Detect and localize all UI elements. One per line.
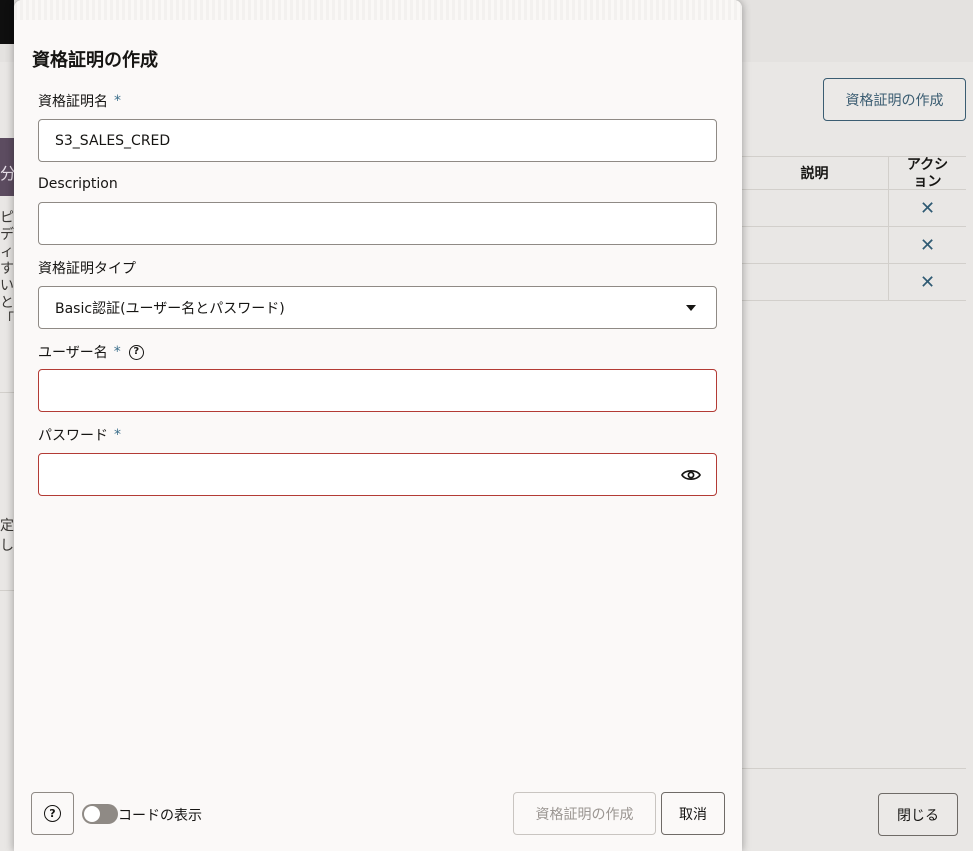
cancel-button[interactable]: 取消 xyxy=(661,792,725,835)
required-marker: * xyxy=(114,93,121,109)
username-label-text: ユーザー名 xyxy=(38,345,108,361)
delete-x-icon[interactable]: ✕ xyxy=(888,264,966,300)
dialog-top-strip xyxy=(14,0,742,20)
column-header-action-label: アクション xyxy=(906,157,949,190)
toggle-knob xyxy=(84,806,100,822)
show-code-toggle[interactable] xyxy=(82,804,118,824)
credential-name-input[interactable]: S3_SALES_CRED xyxy=(38,119,717,162)
background-divider xyxy=(0,590,14,591)
background-divider xyxy=(0,392,14,393)
table-header: 説明 アクション xyxy=(741,156,966,190)
credential-type-label: 資格証明タイプ xyxy=(38,258,136,278)
table-row: ✕ xyxy=(741,264,966,301)
caret-down-icon xyxy=(686,305,696,311)
background-create-credential-button[interactable]: 資格証明の作成 xyxy=(823,78,966,121)
background-divider xyxy=(741,768,966,769)
credential-type-selected-value: Basic認証(ユーザー名とパスワード) xyxy=(55,300,285,317)
required-marker: * xyxy=(114,427,121,443)
show-code-label: コードの表示 xyxy=(118,808,202,824)
background-close-button[interactable]: 閉じる xyxy=(878,793,958,836)
delete-x-icon[interactable]: ✕ xyxy=(888,190,966,226)
background-side-text-2: 定し xyxy=(0,518,14,554)
help-icon: ? xyxy=(44,805,61,822)
credential-type-select[interactable]: Basic認証(ユーザー名とパスワード) xyxy=(38,286,717,329)
password-label-text: パスワード xyxy=(38,428,108,444)
description-label: Description xyxy=(38,176,118,192)
password-input[interactable] xyxy=(38,453,717,496)
credential-name-label-text: 資格証明名 xyxy=(38,94,108,110)
background-credentials-table: 説明 アクション ✕ ✕ ✕ xyxy=(741,156,966,301)
credential-type-label-text: 資格証明タイプ xyxy=(38,261,136,277)
create-credential-dialog: 資格証明の作成 資格証明名 * S3_SALES_CRED Descriptio… xyxy=(14,0,742,851)
table-row: ✕ xyxy=(741,227,966,264)
username-input[interactable] xyxy=(38,369,717,412)
column-header-description[interactable]: 説明 xyxy=(741,157,888,189)
delete-x-icon[interactable]: ✕ xyxy=(888,227,966,263)
table-cell-description xyxy=(741,264,888,300)
credential-name-label: 資格証明名 * xyxy=(38,91,121,111)
description-input[interactable] xyxy=(38,202,717,245)
table-row: ✕ xyxy=(741,190,966,227)
dialog-title: 資格証明の作成 xyxy=(32,50,158,71)
required-marker: * xyxy=(113,344,121,360)
background-top-bar-dark-edge xyxy=(0,0,14,44)
background-side-text: ピディすい・と「て xyxy=(0,210,14,328)
help-button[interactable]: ? xyxy=(31,792,74,835)
table-cell-description xyxy=(741,190,888,226)
table-cell-description xyxy=(741,227,888,263)
credential-name-value: S3_SALES_CRED xyxy=(55,132,171,149)
username-label: ユーザー名 * ? xyxy=(38,342,144,362)
create-credential-button[interactable]: 資格証明の作成 xyxy=(513,792,656,835)
description-label-text: Description xyxy=(38,176,118,192)
eye-icon[interactable] xyxy=(680,465,702,485)
password-label: パスワード * xyxy=(38,425,121,445)
column-header-action[interactable]: アクション xyxy=(888,157,966,190)
help-icon[interactable]: ? xyxy=(128,344,144,360)
